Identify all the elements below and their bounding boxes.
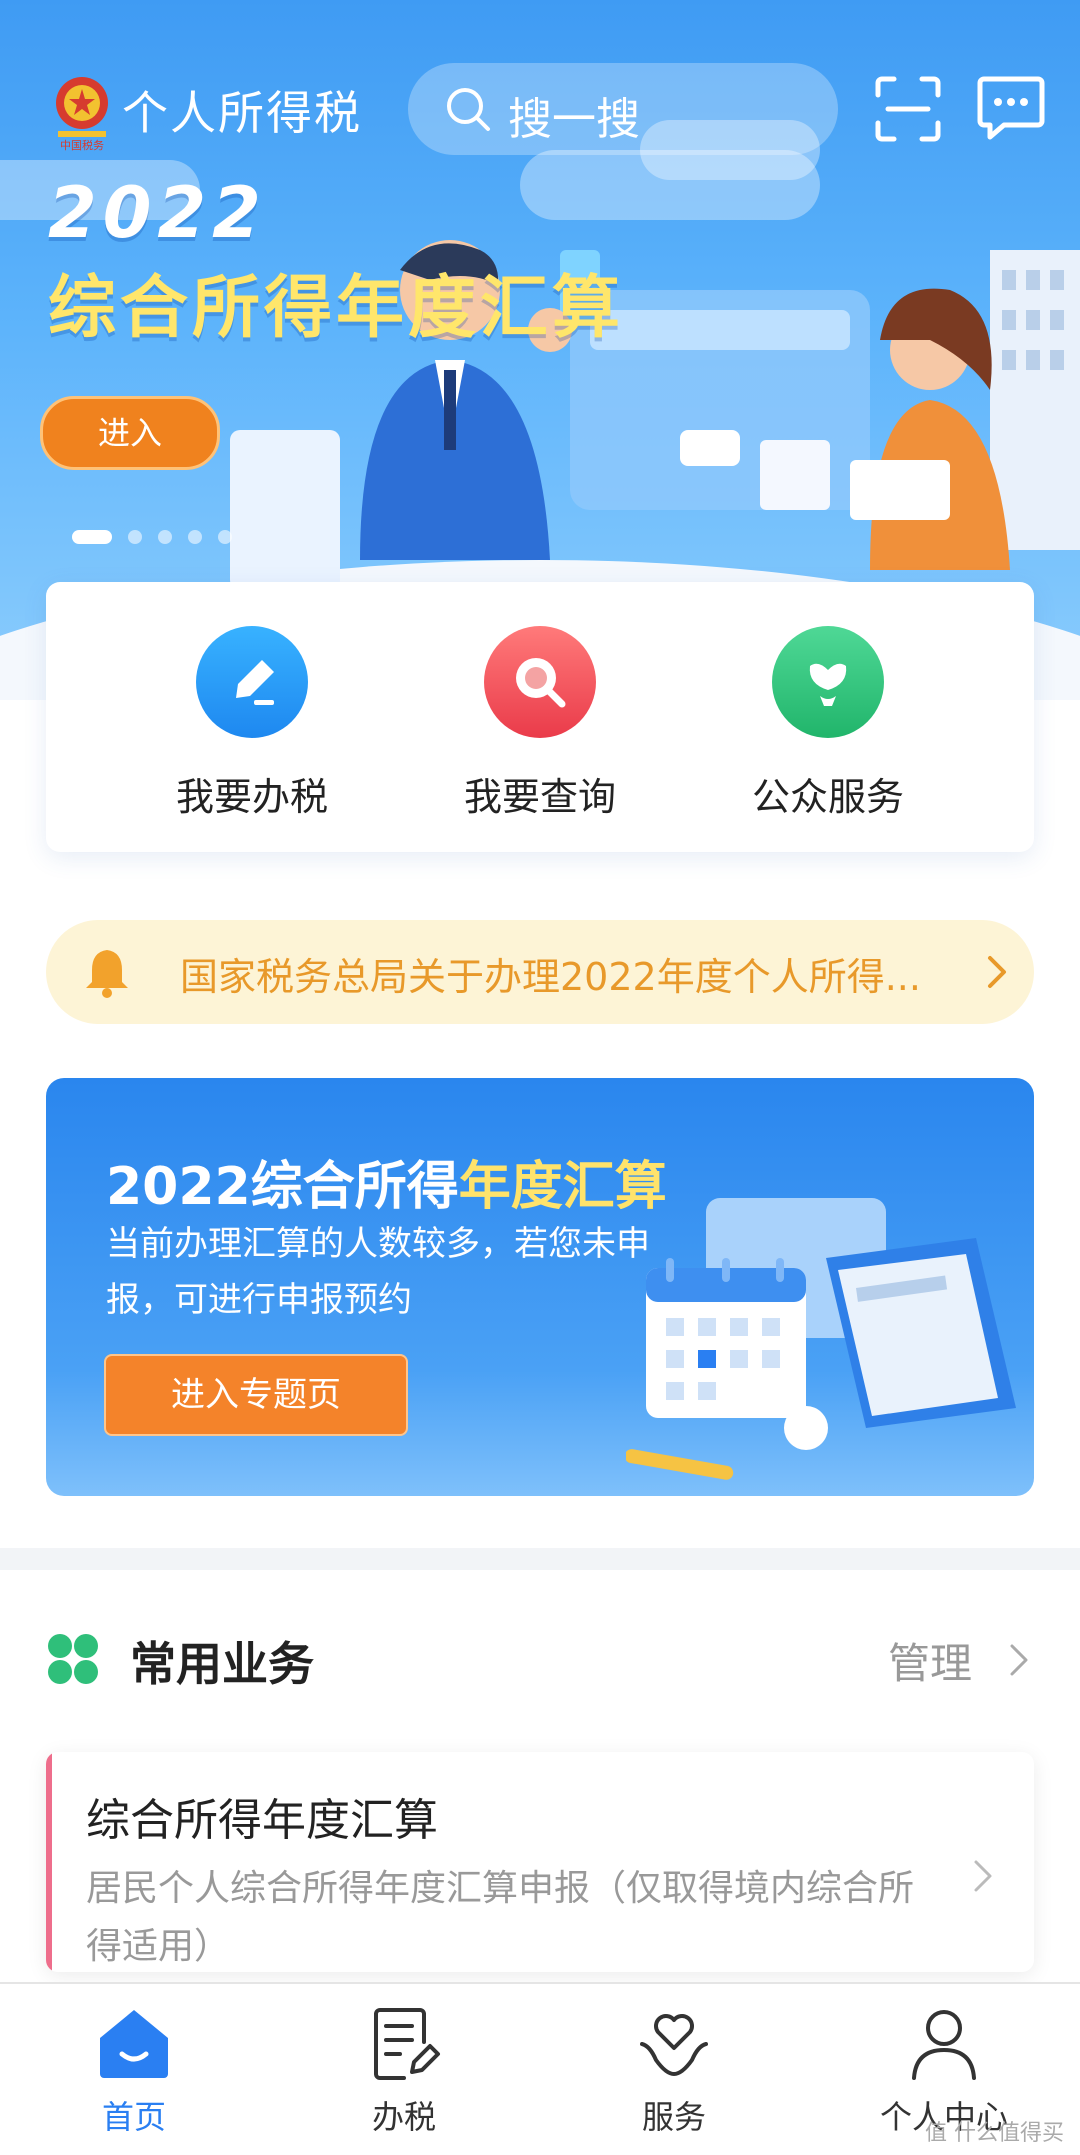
carousel-indicator[interactable] — [72, 526, 248, 545]
bottom-navigation: 首页 办税 服务 个人中心 值 什么值得买 — [0, 1982, 1080, 2155]
service-item-description: 居民个人综合所得年度汇算申报（仅取得境内综合所得适用） — [86, 1868, 915, 1967]
common-services-header: 常用业务 管理 — [0, 1620, 1080, 1700]
top-bar: 中国税务 个人所得税 搜一搜 — [0, 55, 1080, 165]
tab-label: 服务 — [641, 2098, 706, 2136]
service-item-annual-settlement[interactable]: 综合所得年度汇算 居民个人综合所得年度汇算申报（仅取得境内综合所得适用） — [46, 1752, 1034, 1972]
quick-action-query[interactable]: 我要查询 — [410, 626, 670, 821]
tab-file-tax[interactable]: 办税 — [304, 2006, 504, 2138]
carousel-dot[interactable] — [72, 529, 112, 544]
carousel-dot[interactable] — [158, 529, 172, 544]
quick-action-label: 我要办税 — [175, 775, 328, 819]
calendar-document-illustration — [626, 1198, 1016, 1480]
promo-description: 当前办理汇算的人数较多，若您未申报，可进行申报预约 — [106, 1224, 650, 1320]
annual-settlement-promo[interactable]: 2022综合所得年度汇算 当前办理汇算的人数较多，若您未申报，可进行申报预约 进… — [46, 1078, 1034, 1496]
quick-action-label: 我要查询 — [463, 775, 616, 819]
notice-text: 国家税务总局关于办理2022年度个人所得... — [180, 955, 921, 999]
common-services-title: 常用业务 — [130, 1637, 314, 1691]
banner-year: 2022 — [48, 172, 267, 254]
app-title: 个人所得税 — [122, 86, 362, 140]
message-icon[interactable] — [976, 73, 1046, 143]
tab-home[interactable]: 首页 — [34, 2006, 234, 2138]
tab-label: 首页 — [101, 2098, 166, 2136]
search-placeholder: 搜一搜 — [508, 94, 640, 145]
home-icon — [100, 2010, 168, 2078]
heart-hands-icon — [640, 2014, 708, 2077]
carousel-dot[interactable] — [218, 529, 232, 544]
pencil-icon — [196, 626, 308, 738]
carousel-dot[interactable] — [188, 529, 202, 544]
quick-action-public-service[interactable]: 公众服务 — [698, 626, 958, 821]
banner-enter-button[interactable]: 进入 — [40, 396, 220, 470]
scan-icon[interactable] — [874, 75, 942, 143]
search-icon — [447, 88, 490, 131]
carousel-dot[interactable] — [128, 529, 142, 544]
tab-label: 办税 — [371, 2098, 436, 2136]
service-item-title: 综合所得年度汇算 — [86, 1795, 438, 1846]
svg-text:中国税务: 中国税务 — [60, 138, 104, 151]
search-bar[interactable]: 搜一搜 — [408, 63, 838, 155]
clover-icon — [48, 1634, 98, 1684]
tax-emblem-icon: 中国税务 — [56, 77, 108, 151]
quick-action-label: 公众服务 — [751, 775, 904, 819]
watermark: 值 什么值得买 — [925, 2121, 1064, 2146]
chevron-right-icon — [974, 1860, 992, 1892]
person-icon — [912, 2010, 976, 2080]
tab-service[interactable]: 服务 — [574, 2006, 774, 2138]
promo-title: 2022综合所得年度汇算 — [106, 1144, 667, 1219]
quick-action-file-tax[interactable]: 我要办税 — [122, 626, 382, 821]
magnifier-icon — [484, 626, 596, 738]
chevron-right-icon — [988, 956, 1006, 988]
chevron-right-icon[interactable] — [1002, 1640, 1036, 1680]
section-divider — [0, 1548, 1080, 1570]
flower-icon — [772, 626, 884, 738]
enter-topic-page-button[interactable]: 进入专题页 — [104, 1354, 408, 1436]
quick-actions-card: 我要办税 我要查询 公众服务 — [46, 582, 1034, 852]
document-edit-icon — [374, 2008, 440, 2080]
notice-bar[interactable]: 国家税务总局关于办理2022年度个人所得... — [46, 920, 1034, 1024]
promo-title-prefix: 2022综合所得 — [106, 1157, 459, 1217]
manage-link[interactable]: 管理 — [888, 1630, 972, 1691]
bell-icon — [86, 950, 128, 998]
card-accent-bar — [46, 1752, 52, 1972]
banner-title: 综合所得年度汇算 — [48, 269, 625, 348]
